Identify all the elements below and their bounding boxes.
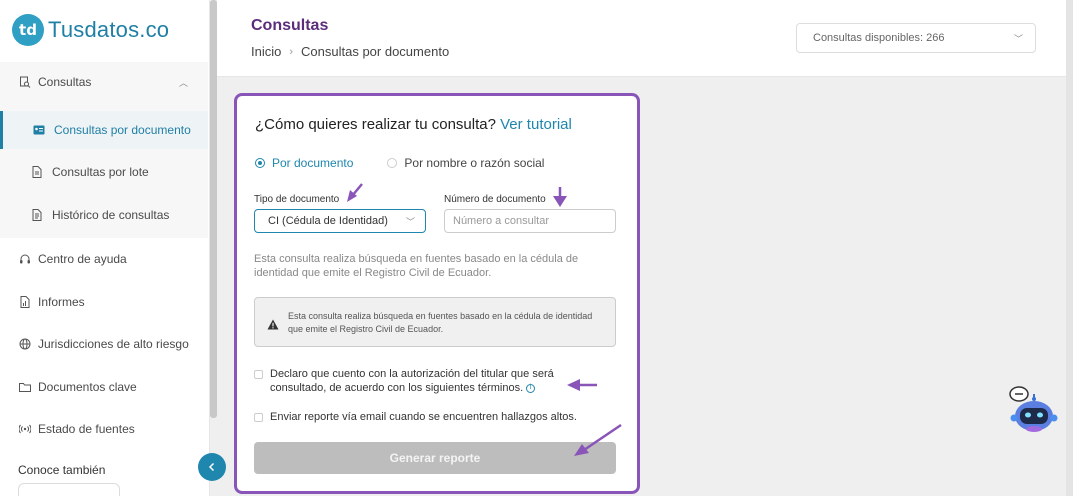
ver-tutorial-link[interactable]: Ver tutorial xyxy=(500,116,572,133)
info-icon[interactable]: i xyxy=(526,383,536,393)
collapse-sidebar-button[interactable] xyxy=(198,453,226,481)
chevron-down-icon: ﹀ xyxy=(1013,33,1023,44)
sidebar-item-estado-de-fuentes[interactable]: Estado de fuentes xyxy=(0,411,208,447)
email-report-checkbox[interactable] xyxy=(254,413,263,422)
tipo-documento-value: CI (Cédula de Identidad) xyxy=(268,215,388,227)
brand-logo[interactable]: td Tusdatos.co xyxy=(12,12,169,48)
sidebar-item-label: Centro de ayuda xyxy=(38,252,127,266)
sidebar-item-centro-de-ayuda[interactable]: Centro de ayuda xyxy=(0,241,208,277)
generar-reporte-button[interactable]: Generar reporte xyxy=(254,442,616,474)
consulta-form-card: ¿Cómo quieres realizar tu consulta? Ver … xyxy=(234,93,640,494)
radio-por-nombre-label[interactable]: Por nombre o razón social xyxy=(404,156,544,170)
page-title: Consultas xyxy=(251,17,329,34)
chevron-down-icon: ﹀ xyxy=(405,216,415,227)
conoce-tambien-heading: Conoce también xyxy=(18,463,106,477)
sidebar-scrollbar[interactable] xyxy=(210,0,217,418)
warning-icon xyxy=(267,317,279,330)
sidebar-item-consultas-por-lote[interactable]: Consultas por lote xyxy=(0,154,208,190)
sidebar: td Tusdatos.co Consultas ︿ Consultas por… xyxy=(0,0,210,496)
consent-row: Declaro que cuento con la autorización d… xyxy=(254,367,554,395)
history-icon xyxy=(30,208,44,222)
consultas-disponibles-dropdown[interactable]: Consultas disponibles: 266 ﹀ xyxy=(796,23,1036,53)
chatbot-button[interactable] xyxy=(1008,384,1060,436)
warning-text: Esta consulta realiza búsqueda en fuente… xyxy=(288,311,593,334)
radio-por-documento-label[interactable]: Por documento xyxy=(272,156,353,170)
id-card-icon xyxy=(32,123,46,137)
sidebar-item-informes[interactable]: Informes xyxy=(0,284,208,320)
consent-text[interactable]: Declaro que cuento con la autorización d… xyxy=(270,367,554,395)
email-report-row: Enviar reporte vía email cuando se encue… xyxy=(254,410,577,424)
breadcrumb-current: Consultas por documento xyxy=(301,44,450,59)
report-icon xyxy=(18,295,32,309)
brand-name: Tusdatos.co xyxy=(48,17,170,42)
chevron-up-icon: ︿ xyxy=(178,77,188,88)
sidebar-item-label: Consultas por lote xyxy=(52,165,149,179)
numero-documento-label: Número de documento xyxy=(444,194,546,205)
tipo-documento-select[interactable]: CI (Cédula de Identidad) ﹀ xyxy=(254,209,426,233)
consent-checkbox[interactable] xyxy=(254,370,263,379)
sidebar-item-label: Histórico de consultas xyxy=(52,208,170,222)
consulta-description: Esta consulta realiza búsqueda en fuente… xyxy=(254,253,579,279)
sidebar-item-label: Documentos clave xyxy=(38,380,137,394)
chevron-right-icon: › xyxy=(289,45,294,58)
warning-box: Esta consulta realiza búsqueda en fuente… xyxy=(254,297,616,347)
breadcrumb: Inicio › Consultas por documento xyxy=(251,44,449,59)
consent-line-2: consultado, de acuerdo con los siguiente… xyxy=(270,382,524,394)
folder-icon xyxy=(18,380,32,394)
sidebar-item-jurisdicciones[interactable]: Jurisdicciones de alto riesgo xyxy=(0,326,208,362)
sidebar-item-label: Consultas xyxy=(38,75,92,89)
active-indicator xyxy=(0,111,3,149)
search-doc-icon xyxy=(18,75,32,89)
form-question: ¿Cómo quieres realizar tu consulta? Ver … xyxy=(255,116,572,133)
robot-icon xyxy=(1009,386,1058,432)
search-mode-radios: Por documento Por nombre o razón social xyxy=(255,156,544,170)
chevron-left-icon xyxy=(208,462,215,472)
headset-icon xyxy=(18,252,32,266)
page-scrollbar[interactable] xyxy=(1066,0,1073,496)
signal-icon xyxy=(18,422,32,436)
breadcrumb-inicio[interactable]: Inicio xyxy=(251,44,281,59)
sidebar-item-label: Jurisdicciones de alto riesgo xyxy=(38,337,189,351)
conoce-tambien-card[interactable] xyxy=(18,483,120,496)
sidebar-item-consultas[interactable]: Consultas ︿ xyxy=(0,64,208,100)
globe-icon xyxy=(18,337,32,351)
file-icon xyxy=(30,165,44,179)
page-header: Consultas Inicio › Consultas por documen… xyxy=(217,0,1073,77)
sidebar-item-label: Consultas por documento xyxy=(54,123,191,137)
email-report-label[interactable]: Enviar reporte vía email cuando se encue… xyxy=(270,410,577,424)
sidebar-item-consultas-por-documento[interactable]: Consultas por documento xyxy=(0,111,208,149)
sidebar-item-label: Informes xyxy=(38,295,85,309)
consultas-disponibles-label: Consultas disponibles: 266 xyxy=(813,32,945,44)
radio-por-nombre[interactable] xyxy=(387,158,398,168)
tipo-documento-label: Tipo de documento xyxy=(254,194,340,205)
radio-por-documento[interactable] xyxy=(255,158,265,168)
sidebar-item-documentos-clave[interactable]: Documentos clave xyxy=(0,369,208,405)
numero-documento-input[interactable] xyxy=(444,209,616,233)
logo-mark-icon: td xyxy=(12,14,44,46)
sidebar-item-label: Estado de fuentes xyxy=(38,422,135,436)
consent-line-1: Declaro que cuento con la autorización d… xyxy=(270,368,554,380)
sidebar-item-historico[interactable]: Histórico de consultas xyxy=(0,197,208,233)
form-question-text: ¿Cómo quieres realizar tu consulta? xyxy=(255,116,496,133)
